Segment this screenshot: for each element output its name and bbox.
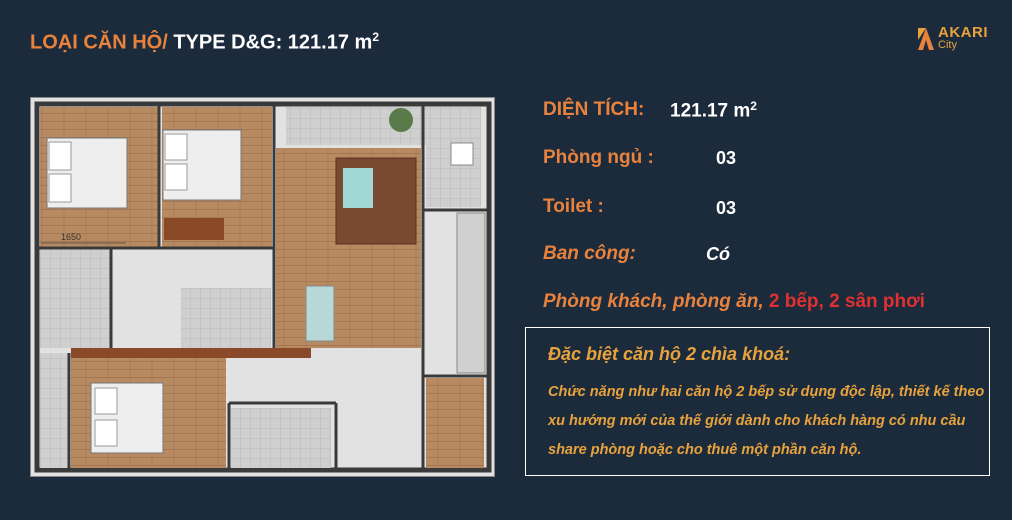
balcony-value-wrap: Có	[706, 244, 730, 265]
bedrooms-value-wrap: 03	[716, 148, 736, 169]
balcony-row: Ban công:	[543, 243, 636, 265]
special-note-box: Đặc biệt căn hộ 2 chìa khoá: Chức năng n…	[525, 327, 990, 476]
toilet-value: 03	[716, 198, 737, 218]
page-title: LOẠI CĂN HỘ/ TYPE D&G: 121.17 m2	[30, 30, 379, 55]
note-title: Đặc biệt căn hộ 2 chìa khoá:	[548, 344, 791, 364]
akari-logo: AKARI City	[916, 24, 1006, 54]
rooms-extra: 2 bếp, 2 sân phơi	[763, 291, 925, 312]
slide: LOẠI CĂN HỘ/ TYPE D&G: 121.17 m2 AKARI C…	[0, 0, 1012, 520]
area-value-wrap: 121.17 m2	[670, 99, 757, 122]
logo-mark-icon	[918, 28, 934, 50]
area-value: 121.17 m	[670, 100, 751, 122]
floor-plan-drawing: 1650	[31, 98, 494, 476]
balcony-value: Có	[706, 244, 730, 264]
logo-sub: City	[938, 39, 957, 51]
rooms-label: Phòng khách, phòng ăn,	[543, 291, 764, 312]
area-row: DIỆN TÍCH:	[543, 99, 644, 121]
bedrooms-label: Phòng ngủ :	[543, 147, 654, 168]
floor-plan: 1650	[30, 97, 495, 477]
title-main: LOẠI CĂN HỘ/	[30, 31, 168, 54]
bedrooms-value: 03	[716, 148, 737, 168]
bedrooms-row: Phòng ngủ :	[543, 147, 654, 169]
area-label: DIỆN TÍCH:	[543, 99, 645, 120]
area-sup: 2	[750, 99, 757, 113]
toilet-value-wrap: 03	[716, 198, 736, 219]
balcony-label: Ban công:	[543, 243, 636, 264]
rooms-row: Phòng khách, phòng ăn, 2 bếp, 2 sân phơi	[543, 291, 925, 313]
dimension-label: 1650	[61, 232, 81, 242]
toilet-row: Toilet :	[543, 196, 604, 218]
toilet-label: Toilet :	[543, 196, 604, 217]
title-sup: 2	[372, 30, 379, 44]
note-body: Chức năng như hai căn hộ 2 bếp sử dụng đ…	[548, 384, 985, 458]
title-type: TYPE D&G: 121.17 m	[167, 31, 373, 54]
